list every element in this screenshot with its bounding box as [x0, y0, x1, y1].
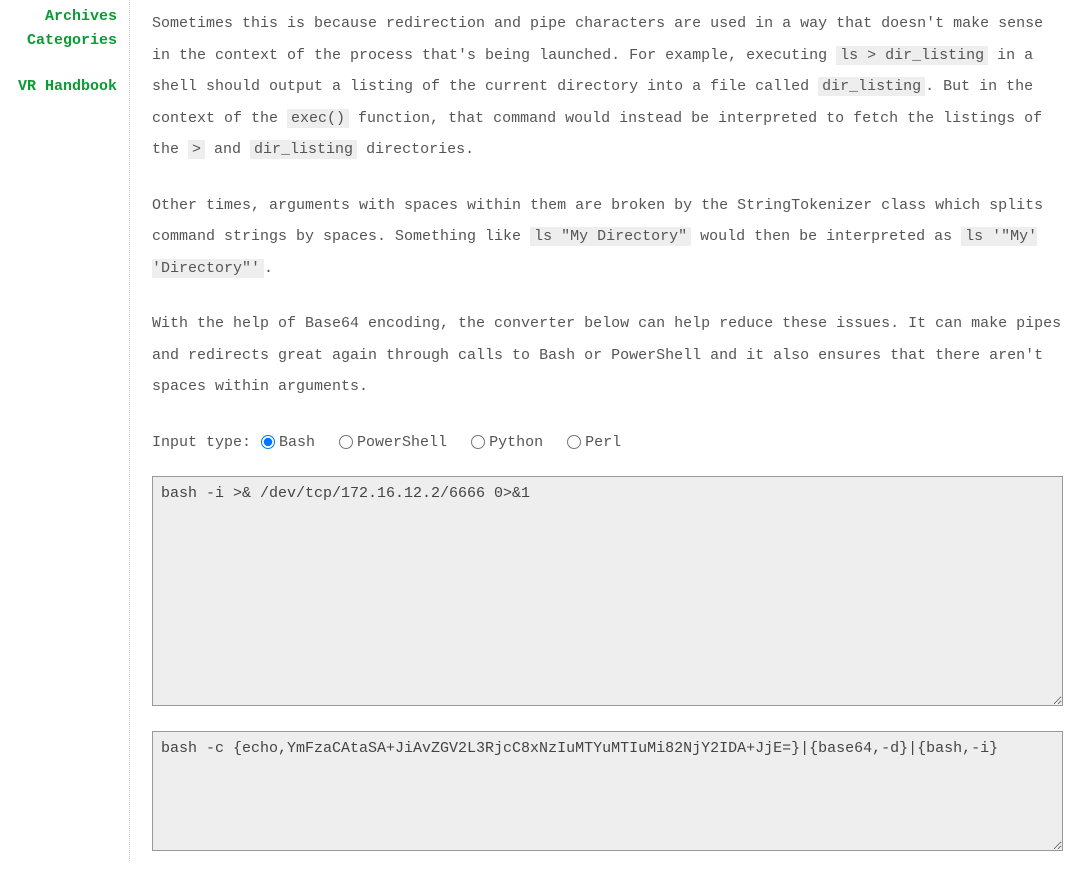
paragraph-1: Sometimes this is because redirection an…: [152, 8, 1063, 166]
input-type-row: Input type: Bash PowerShell Python Perl: [152, 427, 1063, 459]
radio-python[interactable]: [471, 435, 485, 449]
command-output-textarea[interactable]: [152, 731, 1063, 851]
code-dir-listing: dir_listing: [818, 77, 925, 96]
radio-bash-label[interactable]: Bash: [261, 427, 315, 459]
code-ls-redirect: ls > dir_listing: [836, 46, 988, 65]
sidebar: Archives Categories VR Handbook: [0, 0, 130, 861]
sidebar-item-vr-handbook[interactable]: VR Handbook: [0, 75, 117, 99]
sidebar-item-archives[interactable]: Archives: [0, 5, 117, 29]
command-input-textarea[interactable]: [152, 476, 1063, 706]
sidebar-item-categories[interactable]: Categories: [0, 29, 117, 53]
input-type-label: Input type:: [152, 427, 251, 459]
radio-powershell-label[interactable]: PowerShell: [339, 427, 447, 459]
main-content: Sometimes this is because redirection an…: [130, 0, 1085, 861]
paragraph-2: Other times, arguments with spaces withi…: [152, 190, 1063, 285]
radio-perl[interactable]: [567, 435, 581, 449]
code-ls-my-directory: ls "My Directory": [530, 227, 691, 246]
code-gt: >: [188, 140, 205, 159]
code-exec: exec(): [287, 109, 349, 128]
radio-bash[interactable]: [261, 435, 275, 449]
radio-python-label[interactable]: Python: [471, 427, 543, 459]
code-dir-listing-2: dir_listing: [250, 140, 357, 159]
paragraph-3: With the help of Base64 encoding, the co…: [152, 308, 1063, 403]
radio-perl-label[interactable]: Perl: [567, 427, 621, 459]
radio-powershell[interactable]: [339, 435, 353, 449]
